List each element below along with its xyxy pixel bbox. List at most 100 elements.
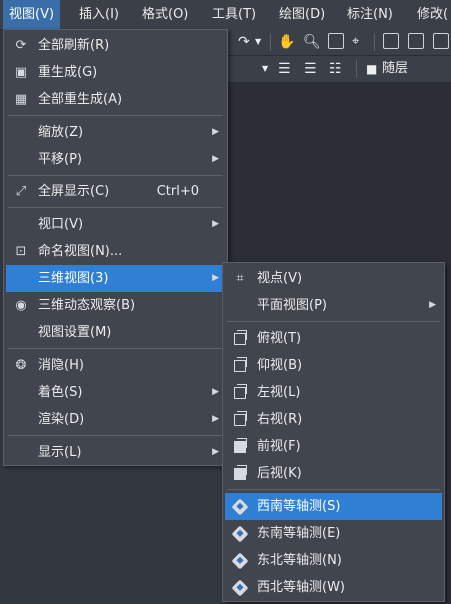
layer-dropdown-icon[interactable]: ▼: [262, 56, 268, 82]
menu-item-regen[interactable]: ▣ 重生成(G): [6, 59, 225, 86]
standard-toolbar: ↷ ▼ ✋ 🔍︎ ⌖: [228, 29, 451, 56]
orbit-icon: ◉: [15, 298, 27, 313]
back-view-icon: [232, 465, 248, 482]
color-swatch-icon: ■: [366, 62, 378, 76]
redo-icon[interactable]: ↷: [238, 29, 250, 55]
menu-item-zoom[interactable]: 缩放(Z) ▶: [6, 119, 225, 146]
menu-item-label: 重生成(G): [38, 65, 98, 80]
menu-item-label: 着色(S): [38, 385, 83, 400]
submenu-arrow-icon: ▶: [212, 219, 219, 229]
right-view-icon: [232, 411, 248, 428]
menu-tools[interactable]: 工具(T): [206, 0, 262, 29]
menu-item-label: 全部刷新(R): [38, 38, 110, 53]
menu-item-se-isometric[interactable]: 东南等轴测(E): [225, 520, 442, 547]
menu-item-regen-all[interactable]: ▦ 全部重生成(A): [6, 86, 225, 113]
menu-item-right-view[interactable]: 右视(R): [225, 406, 442, 433]
menu-separator: [8, 348, 223, 349]
menu-item-back-view[interactable]: 后视(K): [225, 460, 442, 487]
menu-item-pan[interactable]: 平移(P) ▶: [6, 146, 225, 173]
properties-icon[interactable]: [383, 33, 399, 49]
menu-item-bottom-view[interactable]: 仰视(B): [225, 352, 442, 379]
zoom-realtime-icon[interactable]: 🔍︎: [303, 29, 321, 55]
regen-all-icon: ▦: [14, 92, 28, 107]
menu-item-nw-isometric[interactable]: 西北等轴测(W): [225, 574, 442, 601]
menu-item-left-view[interactable]: 左视(L): [225, 379, 442, 406]
hide-icon: ❂: [15, 358, 27, 373]
menu-item-label: 西北等轴测(W): [257, 580, 345, 595]
se-iso-icon: [231, 525, 249, 543]
menu-item-label: 视口(V): [38, 217, 84, 232]
color-bylayer-label[interactable]: 随层: [382, 56, 408, 82]
submenu-arrow-icon: ▶: [212, 414, 219, 424]
front-view-icon: [232, 438, 248, 455]
menu-modify[interactable]: 修改(: [411, 0, 451, 29]
redo-dropdown-icon[interactable]: ▼: [255, 29, 261, 55]
menu-item-sw-isometric[interactable]: 西南等轴测(S): [225, 493, 442, 520]
menu-item-label: 右视(R): [257, 412, 303, 427]
submenu-arrow-icon: ▶: [212, 273, 219, 283]
menu-draw[interactable]: 绘图(D): [273, 0, 331, 29]
tool-palette-icon[interactable]: [433, 33, 449, 49]
top-view-icon: [232, 330, 248, 347]
zoom-window-icon[interactable]: [328, 33, 344, 49]
menu-item-label: 显示(L): [38, 445, 82, 460]
menu-item-named-views[interactable]: ⊡ 命名视图(N)...: [6, 238, 225, 265]
menu-item-label: 平移(P): [38, 152, 82, 167]
menu-separator: [227, 321, 440, 322]
menu-item-3d-views[interactable]: 三维视图(3) ▶: [6, 265, 225, 292]
layer-states-icon[interactable]: ☷: [329, 56, 342, 82]
menu-item-label: 西南等轴测(S): [257, 499, 341, 514]
menu-separator: [8, 207, 223, 208]
make-current-layer-icon[interactable]: ☰: [278, 56, 291, 82]
submenu-arrow-icon: ▶: [212, 447, 219, 457]
menu-item-view-settings[interactable]: 视图设置(M): [6, 319, 225, 346]
menu-format[interactable]: 格式(O): [136, 0, 194, 29]
refresh-icon: ⟳: [15, 38, 27, 53]
menu-dimension[interactable]: 标注(N): [341, 0, 399, 29]
fullscreen-icon: ⤢: [15, 184, 27, 199]
menu-separator: [227, 489, 440, 490]
left-view-icon: [232, 384, 248, 401]
menu-view[interactable]: 视图(V): [3, 0, 61, 29]
menu-item-top-view[interactable]: 俯视(T): [225, 325, 442, 352]
submenu-arrow-icon: ▶: [212, 127, 219, 137]
menu-item-redraw-all[interactable]: ⟳ 全部刷新(R): [6, 32, 225, 59]
viewpoint-icon: ⌗: [236, 271, 244, 286]
toolbar-separator: [356, 60, 357, 78]
zoom-previous-icon[interactable]: ⌖: [352, 29, 359, 55]
menu-item-label: 平面视图(P): [257, 298, 327, 313]
menu-separator: [8, 115, 223, 116]
menu-item-viewports[interactable]: 视口(V) ▶: [6, 211, 225, 238]
menu-item-label: 消隐(H): [38, 358, 84, 373]
menu-item-ne-isometric[interactable]: 东北等轴测(N): [225, 547, 442, 574]
menu-insert[interactable]: 插入(I): [73, 0, 125, 29]
menu-separator: [8, 435, 223, 436]
menu-item-render[interactable]: 渲染(D) ▶: [6, 406, 225, 433]
sw-iso-icon: [231, 498, 249, 516]
menu-item-display[interactable]: 显示(L) ▶: [6, 439, 225, 466]
menu-item-shade[interactable]: 着色(S) ▶: [6, 379, 225, 406]
menu-item-label: 视点(V): [257, 271, 303, 286]
menu-item-front-view[interactable]: 前视(F): [225, 433, 442, 460]
toolbar-separator: [374, 33, 375, 51]
menu-item-label: 后视(K): [257, 466, 302, 481]
menu-item-label: 仰视(B): [257, 358, 303, 373]
menu-item-3d-orbit[interactable]: ◉ 三维动态观察(B): [6, 292, 225, 319]
menu-item-label: 东北等轴测(N): [257, 553, 342, 568]
layer-previous-icon[interactable]: ☰: [304, 56, 317, 82]
menu-item-fullscreen[interactable]: ⤢ 全屏显示(C) Ctrl+0: [6, 178, 225, 205]
submenu-arrow-icon: ▶: [212, 387, 219, 397]
menu-item-label: 渲染(D): [38, 412, 85, 427]
menu-item-viewpoint[interactable]: ⌗ 视点(V): [225, 265, 442, 292]
view-menu: ⟳ 全部刷新(R) ▣ 重生成(G) ▦ 全部重生成(A) 缩放(Z) ▶ 平移…: [3, 29, 228, 466]
menu-item-label: 俯视(T): [257, 331, 302, 346]
menu-item-plan-view[interactable]: 平面视图(P) ▶: [225, 292, 442, 319]
nw-iso-icon: [231, 579, 249, 597]
ne-iso-icon: [231, 552, 249, 570]
menu-item-hide[interactable]: ❂ 消隐(H): [6, 352, 225, 379]
design-center-icon[interactable]: [408, 33, 424, 49]
pan-hand-icon[interactable]: ✋: [278, 29, 295, 55]
menu-separator: [8, 175, 223, 176]
submenu-arrow-icon: ▶: [212, 154, 219, 164]
named-view-icon: ⊡: [15, 244, 27, 259]
